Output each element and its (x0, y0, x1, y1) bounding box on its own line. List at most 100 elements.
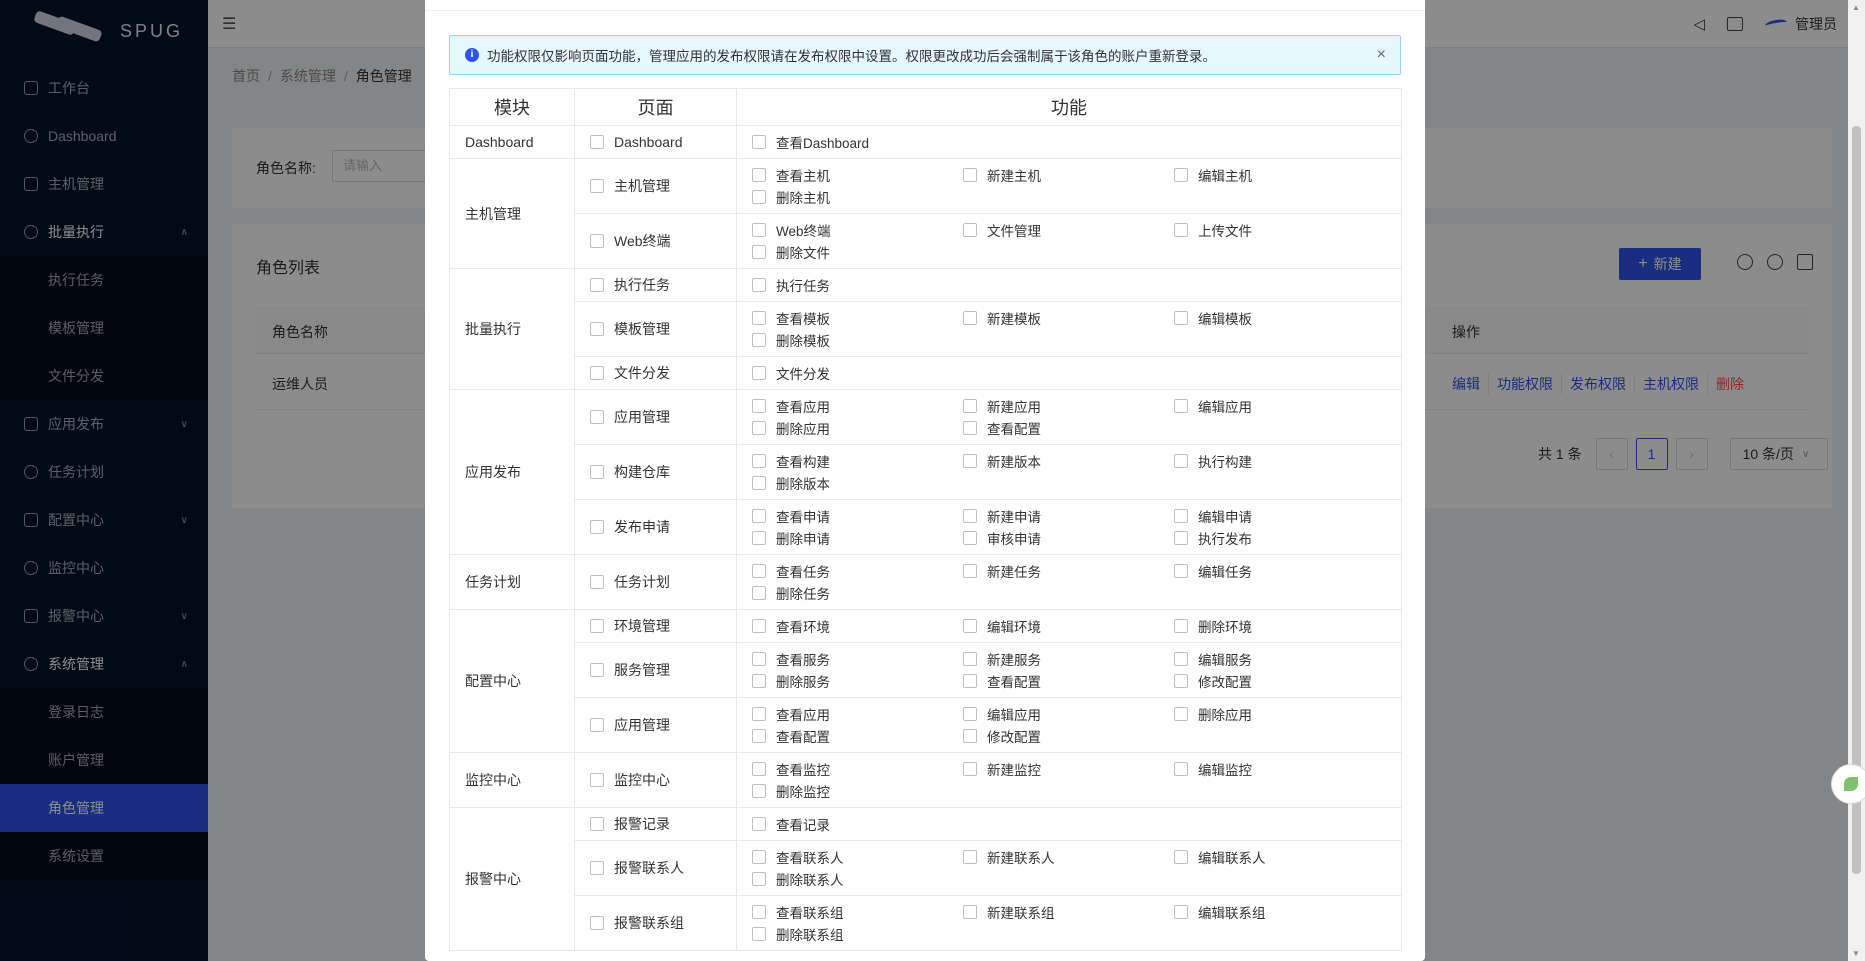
function-checkbox[interactable]: 上传文件 (1174, 219, 1385, 241)
function-checkbox[interactable]: 编辑联系人 (1174, 846, 1385, 868)
function-checkbox[interactable]: 编辑环境 (963, 615, 1174, 637)
checkbox-icon[interactable] (752, 817, 766, 831)
checkbox-icon[interactable] (963, 531, 977, 545)
function-checkbox[interactable]: 查看配置 (752, 725, 963, 747)
checkbox-icon[interactable] (963, 707, 977, 721)
checkbox-icon[interactable] (590, 465, 604, 479)
checkbox-icon[interactable] (752, 707, 766, 721)
function-checkbox[interactable]: 查看服务 (752, 648, 963, 670)
scroll-thumb[interactable] (1852, 126, 1861, 874)
checkbox-icon[interactable] (590, 322, 604, 336)
function-checkbox[interactable]: 查看Dashboard (752, 131, 963, 153)
function-checkbox[interactable]: Web终端 (752, 219, 963, 241)
page-checkbox[interactable]: 环境管理 (590, 616, 736, 636)
checkbox-icon[interactable] (590, 234, 604, 248)
function-checkbox[interactable]: 删除应用 (1174, 703, 1385, 725)
function-checkbox[interactable]: 编辑服务 (1174, 648, 1385, 670)
checkbox-icon[interactable] (963, 168, 977, 182)
checkbox-icon[interactable] (1174, 399, 1188, 413)
page-checkbox[interactable]: 监控中心 (590, 770, 736, 790)
page-checkbox[interactable]: 报警记录 (590, 814, 736, 834)
checkbox-icon[interactable] (1174, 454, 1188, 468)
checkbox-icon[interactable] (752, 168, 766, 182)
checkbox-icon[interactable] (963, 454, 977, 468)
floating-helper-button[interactable] (1831, 764, 1865, 804)
checkbox-icon[interactable] (590, 916, 604, 930)
close-icon[interactable]: × (1377, 46, 1386, 64)
function-checkbox[interactable]: 编辑主机 (1174, 164, 1385, 186)
checkbox-icon[interactable] (752, 399, 766, 413)
function-checkbox[interactable]: 删除版本 (752, 472, 963, 494)
checkbox-icon[interactable] (752, 762, 766, 776)
checkbox-icon[interactable] (963, 399, 977, 413)
checkbox-icon[interactable] (590, 663, 604, 677)
checkbox-icon[interactable] (963, 509, 977, 523)
checkbox-icon[interactable] (590, 619, 604, 633)
function-checkbox[interactable]: 查看联系组 (752, 901, 963, 923)
checkbox-icon[interactable] (752, 619, 766, 633)
page-checkbox[interactable]: 发布申请 (590, 517, 736, 537)
checkbox-icon[interactable] (590, 366, 604, 380)
function-checkbox[interactable]: 编辑申请 (1174, 505, 1385, 527)
checkbox-icon[interactable] (1174, 619, 1188, 633)
function-checkbox[interactable]: 执行任务 (752, 274, 963, 296)
checkbox-icon[interactable] (752, 366, 766, 380)
checkbox-icon[interactable] (963, 729, 977, 743)
function-checkbox[interactable]: 新建服务 (963, 648, 1174, 670)
page-checkbox[interactable]: 任务计划 (590, 572, 736, 592)
function-checkbox[interactable]: 查看记录 (752, 813, 963, 835)
checkbox-icon[interactable] (752, 784, 766, 798)
function-checkbox[interactable]: 删除环境 (1174, 615, 1385, 637)
function-checkbox[interactable]: 编辑监控 (1174, 758, 1385, 780)
function-checkbox[interactable]: 查看任务 (752, 560, 963, 582)
function-checkbox[interactable]: 审核申请 (963, 527, 1174, 549)
function-checkbox[interactable]: 编辑应用 (963, 703, 1174, 725)
page-checkbox[interactable]: 服务管理 (590, 660, 736, 680)
function-checkbox[interactable]: 修改配置 (963, 725, 1174, 747)
checkbox-icon[interactable] (752, 311, 766, 325)
function-checkbox[interactable]: 删除模板 (752, 329, 963, 351)
checkbox-icon[interactable] (752, 245, 766, 259)
function-checkbox[interactable]: 删除监控 (752, 780, 963, 802)
page-checkbox[interactable]: Web终端 (590, 231, 736, 251)
checkbox-icon[interactable] (1174, 674, 1188, 688)
checkbox-icon[interactable] (1174, 531, 1188, 545)
page-checkbox[interactable]: 执行任务 (590, 275, 736, 295)
checkbox-icon[interactable] (590, 179, 604, 193)
function-checkbox[interactable]: 文件管理 (963, 219, 1174, 241)
checkbox-icon[interactable] (752, 223, 766, 237)
checkbox-icon[interactable] (1174, 652, 1188, 666)
function-checkbox[interactable]: 删除联系人 (752, 868, 963, 890)
checkbox-icon[interactable] (752, 278, 766, 292)
checkbox-icon[interactable] (963, 850, 977, 864)
checkbox-icon[interactable] (590, 773, 604, 787)
checkbox-icon[interactable] (752, 190, 766, 204)
checkbox-icon[interactable] (1174, 707, 1188, 721)
page-checkbox[interactable]: Dashboard (590, 134, 736, 150)
function-checkbox[interactable]: 编辑联系组 (1174, 901, 1385, 923)
checkbox-icon[interactable] (963, 223, 977, 237)
function-checkbox[interactable]: 查看申请 (752, 505, 963, 527)
checkbox-icon[interactable] (752, 652, 766, 666)
checkbox-icon[interactable] (590, 520, 604, 534)
checkbox-icon[interactable] (590, 861, 604, 875)
checkbox-icon[interactable] (1174, 311, 1188, 325)
function-checkbox[interactable]: 删除服务 (752, 670, 963, 692)
function-checkbox[interactable]: 查看模板 (752, 307, 963, 329)
function-checkbox[interactable]: 查看环境 (752, 615, 963, 637)
function-checkbox[interactable]: 新建联系组 (963, 901, 1174, 923)
checkbox-icon[interactable] (590, 575, 604, 589)
function-checkbox[interactable]: 新建申请 (963, 505, 1174, 527)
checkbox-icon[interactable] (752, 564, 766, 578)
function-checkbox[interactable]: 新建应用 (963, 395, 1174, 417)
function-checkbox[interactable]: 查看主机 (752, 164, 963, 186)
function-checkbox[interactable]: 新建联系人 (963, 846, 1174, 868)
checkbox-icon[interactable] (963, 421, 977, 435)
checkbox-icon[interactable] (752, 850, 766, 864)
function-checkbox[interactable]: 删除应用 (752, 417, 963, 439)
function-checkbox[interactable]: 删除联系组 (752, 923, 963, 945)
checkbox-icon[interactable] (752, 333, 766, 347)
checkbox-icon[interactable] (752, 135, 766, 149)
checkbox-icon[interactable] (752, 674, 766, 688)
function-checkbox[interactable]: 新建版本 (963, 450, 1174, 472)
